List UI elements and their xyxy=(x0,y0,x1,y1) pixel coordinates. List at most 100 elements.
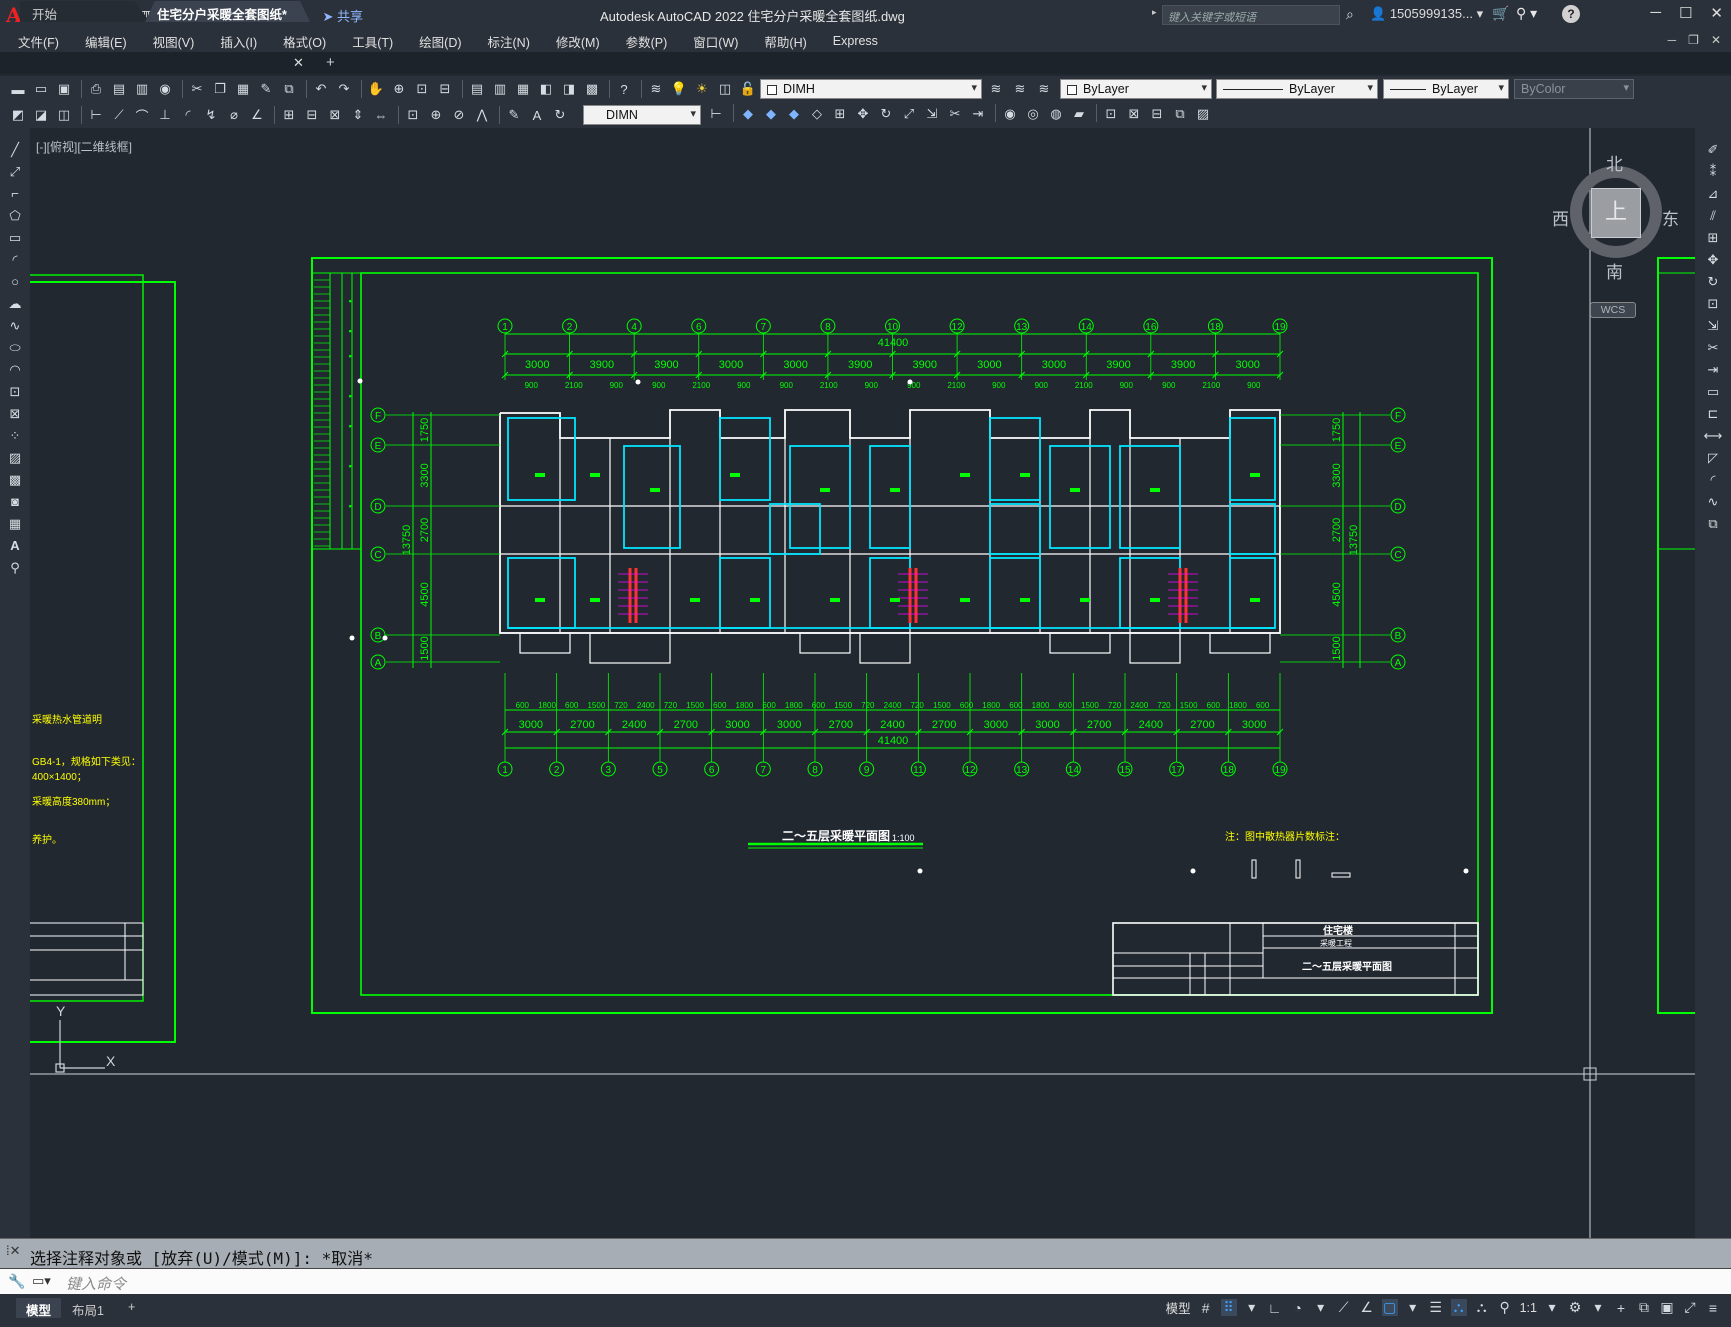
markup-icon[interactable]: ◨ xyxy=(559,79,579,99)
zoom-previous-icon[interactable]: ⊟ xyxy=(435,79,455,99)
viewport-controls-label[interactable]: [-][俯视][二维线框] xyxy=(36,138,132,155)
menu-help[interactable]: 帮助(H) xyxy=(764,32,806,51)
layer-states-icon[interactable]: ≋ xyxy=(1034,79,1054,99)
extrude-icon[interactable]: ▰ xyxy=(1069,104,1089,124)
move-icon[interactable]: ✥ xyxy=(1703,250,1723,269)
tab-start[interactable]: 开始 xyxy=(20,1,150,22)
menu-insert[interactable]: 插入(I) xyxy=(220,32,257,51)
break-icon[interactable]: ⊏ xyxy=(1703,404,1723,423)
new-tab-icon[interactable]: + xyxy=(326,54,335,71)
layer-on-icon[interactable]: 💡 xyxy=(669,79,689,99)
wcs-menu[interactable]: WCS xyxy=(1590,302,1636,318)
array-icon[interactable]: ⊞ xyxy=(1703,228,1723,247)
layer-lock-icon[interactable]: 🔓 xyxy=(738,79,758,99)
drawing-svg[interactable]: ▪▪▪▪▪▪▪ 1 2 4 6 7 8 10 12 13 14 16 18 19 1 2 3 5 6 7 8 9 11 1… xyxy=(30,128,1695,1238)
draworder-icon[interactable]: ◩ xyxy=(8,105,28,125)
lineweight-icon[interactable]: ☰ xyxy=(1428,1299,1444,1316)
annotation-visibility-icon[interactable]: ⛬ xyxy=(1450,1299,1467,1316)
offset-icon[interactable]: ◇ xyxy=(807,104,827,124)
zoom-realtime-icon[interactable]: ⊕ xyxy=(389,79,409,99)
snap-icon[interactable]: ⠿ xyxy=(1220,1299,1237,1316)
compass-south[interactable]: 南 xyxy=(1606,258,1623,283)
search-expand-icon[interactable]: ▸ xyxy=(1152,7,1157,18)
stretch-icon[interactable]: ⇲ xyxy=(1703,316,1723,335)
doc-minimize-icon[interactable]: ─ xyxy=(1668,33,1677,47)
multiline-text-icon[interactable]: A xyxy=(5,536,25,555)
solid-union-icon[interactable]: ◉ xyxy=(1000,104,1020,124)
model-space-toggle[interactable]: 模型 xyxy=(1166,1298,1191,1317)
viewcube[interactable]: 上 北 南 西 东 xyxy=(1552,150,1679,283)
linear-dim-icon[interactable]: ⊢ xyxy=(86,105,106,125)
mirror-icon[interactable]: ◆ xyxy=(784,104,804,124)
pan-icon[interactable]: ✋ xyxy=(366,79,386,99)
autodesk-app-icon[interactable]: ⚲ ▾ xyxy=(1516,5,1537,22)
save-icon[interactable]: ▣ xyxy=(54,79,74,99)
layer-freeze-icon[interactable]: ☀ xyxy=(692,79,712,99)
command-line-grip-icon[interactable]: ⁞✕ xyxy=(6,1243,21,1259)
tab-model[interactable]: 模型 xyxy=(16,1298,62,1318)
ortho-icon[interactable]: ∟ xyxy=(1267,1300,1283,1316)
polar-menu-icon[interactable]: ▾ xyxy=(1313,1299,1329,1316)
minimize-icon[interactable]: ─ xyxy=(1650,4,1661,22)
compass-east[interactable]: 东 xyxy=(1662,205,1679,230)
plot-preview-icon[interactable]: ▤ xyxy=(109,79,129,99)
region-icon[interactable]: ◙ xyxy=(5,492,25,511)
doc-restore-icon[interactable]: ❐ xyxy=(1688,33,1699,47)
maximize-icon[interactable]: ☐ xyxy=(1679,4,1692,22)
menu-draw[interactable]: 绘图(D) xyxy=(419,32,461,51)
menu-view[interactable]: 视图(V) xyxy=(153,32,195,51)
xref-icon[interactable]: ⧉ xyxy=(1170,104,1190,124)
compass-west[interactable]: 西 xyxy=(1552,205,1569,230)
user-account[interactable]: 👤 1505999135... ▾ xyxy=(1370,6,1483,22)
dim-update-icon[interactable]: ↻ xyxy=(550,105,570,125)
osnap-tracking-icon[interactable]: ∠ xyxy=(1359,1299,1375,1316)
array-icon[interactable]: ⊞ xyxy=(830,104,850,124)
solid-subtract-icon[interactable]: ◎ xyxy=(1023,104,1043,124)
customize-icon[interactable]: 🔧 xyxy=(8,1273,25,1290)
publish-icon[interactable]: ▥ xyxy=(132,79,152,99)
arc-icon[interactable]: ◜ xyxy=(5,250,25,269)
workspace-menu-icon[interactable]: ▾ xyxy=(1590,1299,1606,1316)
insert-block-icon[interactable]: ⊡ xyxy=(5,382,25,401)
scale-icon[interactable]: ⤢ xyxy=(899,104,919,124)
calculator-icon[interactable]: ▩ xyxy=(582,79,602,99)
design-center-icon[interactable]: ▥ xyxy=(490,79,510,99)
menu-window[interactable]: 窗口(W) xyxy=(693,32,738,51)
annotation-scale[interactable]: 1:1 xyxy=(1520,1301,1537,1315)
stretch-icon[interactable]: ⇲ xyxy=(922,104,942,124)
command-input[interactable]: 键入命令 xyxy=(66,1273,126,1294)
snap-menu-icon[interactable]: ▾ xyxy=(1244,1299,1260,1316)
menu-express[interactable]: Express xyxy=(833,34,878,48)
command-line[interactable]: 🔧 ▭▾ 键入命令 xyxy=(0,1268,1731,1294)
hatch-icon[interactable]: ▨ xyxy=(5,448,25,467)
isodraft-icon[interactable]: ⟋ xyxy=(1336,1299,1352,1316)
dim-space-icon[interactable]: ⇕ xyxy=(348,105,368,125)
point-icon[interactable]: ⁘ xyxy=(5,426,25,445)
erase-icon[interactable]: ◆ xyxy=(738,104,758,124)
polygon-icon[interactable]: ⬠ xyxy=(5,206,25,225)
quick-properties-icon[interactable]: ▣ xyxy=(1659,1299,1675,1316)
image-icon[interactable]: ▨ xyxy=(1193,104,1213,124)
polar-icon[interactable]: ◔ xyxy=(1290,1300,1306,1316)
construction-line-icon[interactable]: ⤢ xyxy=(5,162,25,181)
copy-object-icon[interactable]: ◆ xyxy=(761,104,781,124)
zoom-window-icon[interactable]: ⊡ xyxy=(412,79,432,99)
mirror-icon[interactable]: ⊿ xyxy=(1703,184,1723,203)
plot-icon[interactable]: ⎙ xyxy=(86,79,106,99)
center-mark-icon[interactable]: ⊕ xyxy=(426,105,446,125)
explode-icon[interactable]: ⧉ xyxy=(1703,514,1723,533)
annotation-monitor-icon[interactable]: + xyxy=(1613,1300,1629,1316)
jogged-dim-icon[interactable]: ↯ xyxy=(201,105,221,125)
dim-edit-icon[interactable]: ✎ xyxy=(504,105,524,125)
baseline-dim-icon[interactable]: ⊟ xyxy=(302,105,322,125)
trim-icon[interactable]: ✂ xyxy=(945,104,965,124)
search-icon[interactable]: ⌕ xyxy=(1346,6,1354,23)
dim-text-edit-icon[interactable]: A xyxy=(527,105,547,125)
circle-icon[interactable]: ○ xyxy=(5,272,25,291)
search-input[interactable]: 键入关键字或短语 xyxy=(1162,5,1340,25)
properties-icon[interactable]: ▤ xyxy=(467,79,487,99)
ellipse-icon[interactable]: ⬭ xyxy=(5,338,25,357)
viewcube-top-face[interactable]: 上 xyxy=(1591,188,1641,238)
inspection-icon[interactable]: ⊘ xyxy=(449,105,469,125)
spline-icon[interactable]: ∿ xyxy=(5,316,25,335)
